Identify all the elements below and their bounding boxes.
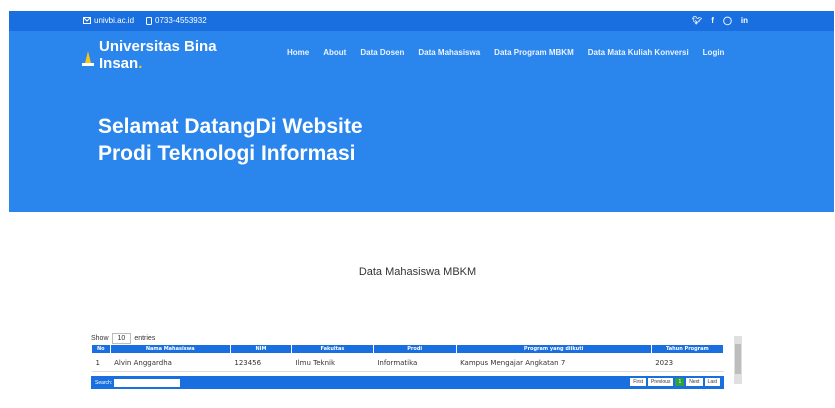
brand-name-line2: Insan	[99, 55, 139, 72]
col-header-nama[interactable]: Nama Mahasiswa	[109, 344, 231, 354]
instagram-icon[interactable]: ◯	[723, 16, 732, 25]
pager-last[interactable]: Last	[704, 378, 720, 386]
pager-next[interactable]: Next	[686, 378, 703, 386]
table-footer: Search: First Previous 1 Next Last	[91, 376, 724, 389]
pagination: First Previous 1 Next Last	[630, 378, 720, 386]
cell-program: Kampus Mengajar Angkatan 7	[456, 353, 652, 372]
mail-icon	[83, 17, 91, 24]
pager-page-1[interactable]: 1	[675, 378, 685, 386]
nav-data-program-mbkm[interactable]: Data Program MBKM	[494, 48, 574, 57]
nav-data-mahasiswa[interactable]: Data Mahasiswa	[418, 48, 480, 57]
hero-title: Selamat DatangDi Website Prodi Teknologi…	[98, 113, 363, 167]
cell-nim: 123456	[230, 353, 292, 372]
hero-title-line2: Prodi Teknologi Informasi	[98, 142, 356, 165]
entries-select[interactable]: 10	[111, 332, 132, 344]
col-header-fakultas[interactable]: Fakultas	[291, 344, 374, 354]
phone-icon	[146, 16, 153, 25]
facebook-icon[interactable]: f	[711, 16, 714, 25]
col-header-tahun[interactable]: Tahun Program	[650, 344, 725, 354]
top-bar: univbi.ac.id 0733-4553932 🐦︎ f ◯ in	[9, 11, 834, 31]
col-header-program[interactable]: Program yang diikuti	[455, 344, 652, 354]
email-text: univbi.ac.id	[94, 16, 135, 25]
phone-text: 0733-4553932	[155, 16, 207, 25]
hero-section: Universitas Bina Insan. Home About Data …	[9, 31, 834, 212]
nav-login[interactable]: Login	[703, 48, 725, 57]
nav-about[interactable]: About	[323, 48, 346, 57]
cell-prodi: Informatika	[373, 353, 457, 372]
twitter-icon[interactable]: 🐦︎	[692, 16, 702, 25]
search-input[interactable]	[114, 379, 181, 387]
section-title: Data Mahasiswa MBKM	[358, 266, 477, 278]
email-contact[interactable]: univbi.ac.id	[83, 16, 134, 25]
main-nav: Home About Data Dosen Data Mahasiswa Dat…	[287, 48, 724, 57]
students-table: No Nama Mahasiswa NIM Fakultas Prodi Pro…	[91, 344, 725, 372]
brand-dot: .	[138, 55, 143, 72]
hero-title-line1: Selamat DatangDi Website	[98, 115, 363, 138]
cell-no: 1	[91, 353, 111, 372]
col-header-no[interactable]: No	[91, 344, 111, 354]
brand-name-line1: Universitas Bina	[99, 38, 217, 55]
university-logo-icon	[82, 51, 94, 66]
search-label: Search:	[95, 380, 113, 386]
search-control: Search:	[95, 379, 181, 387]
data-table-wrapper: Show 10 entries No Nama Mahasiswa NIM Fa…	[91, 332, 735, 389]
cell-fakultas: Ilmu Teknik	[291, 353, 374, 372]
cell-tahun: 2023	[651, 353, 724, 372]
scrollbar-thumb[interactable]	[735, 344, 741, 374]
table-scrollbar[interactable]	[734, 336, 742, 384]
length-control: Show 10 entries	[91, 332, 735, 344]
nav-home[interactable]: Home	[287, 48, 309, 57]
linkedin-icon[interactable]: in	[741, 16, 748, 25]
pager-first[interactable]: First	[630, 378, 647, 386]
show-label: Show	[91, 334, 109, 342]
table-row: 1 Alvin Anggardha 123456 Ilmu Teknik Inf…	[91, 353, 724, 372]
pager-previous[interactable]: Previous	[648, 378, 674, 386]
col-header-prodi[interactable]: Prodi	[372, 344, 457, 354]
phone-contact[interactable]: 0733-4553932	[146, 16, 207, 25]
col-header-nim[interactable]: NIM	[229, 344, 293, 354]
nav-data-dosen[interactable]: Data Dosen	[360, 48, 404, 57]
cell-nama: Alvin Anggardha	[110, 353, 231, 372]
brand-logo[interactable]: Universitas Bina Insan.	[81, 38, 217, 72]
nav-data-mata-kuliah-konversi[interactable]: Data Mata Kuliah Konversi	[588, 48, 689, 57]
entries-label: entries	[134, 334, 156, 342]
